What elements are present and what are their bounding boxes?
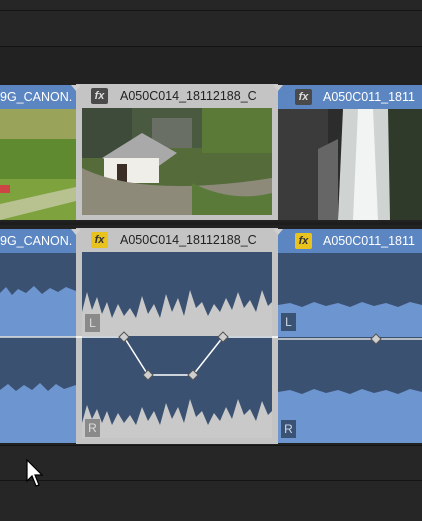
keyframe-5[interactable] [370,333,382,345]
keyframe-2[interactable] [142,369,154,381]
mouse-pointer-icon [26,459,44,487]
keyframe-1[interactable] [118,331,130,343]
volume-keyframe-line[interactable] [0,0,422,521]
